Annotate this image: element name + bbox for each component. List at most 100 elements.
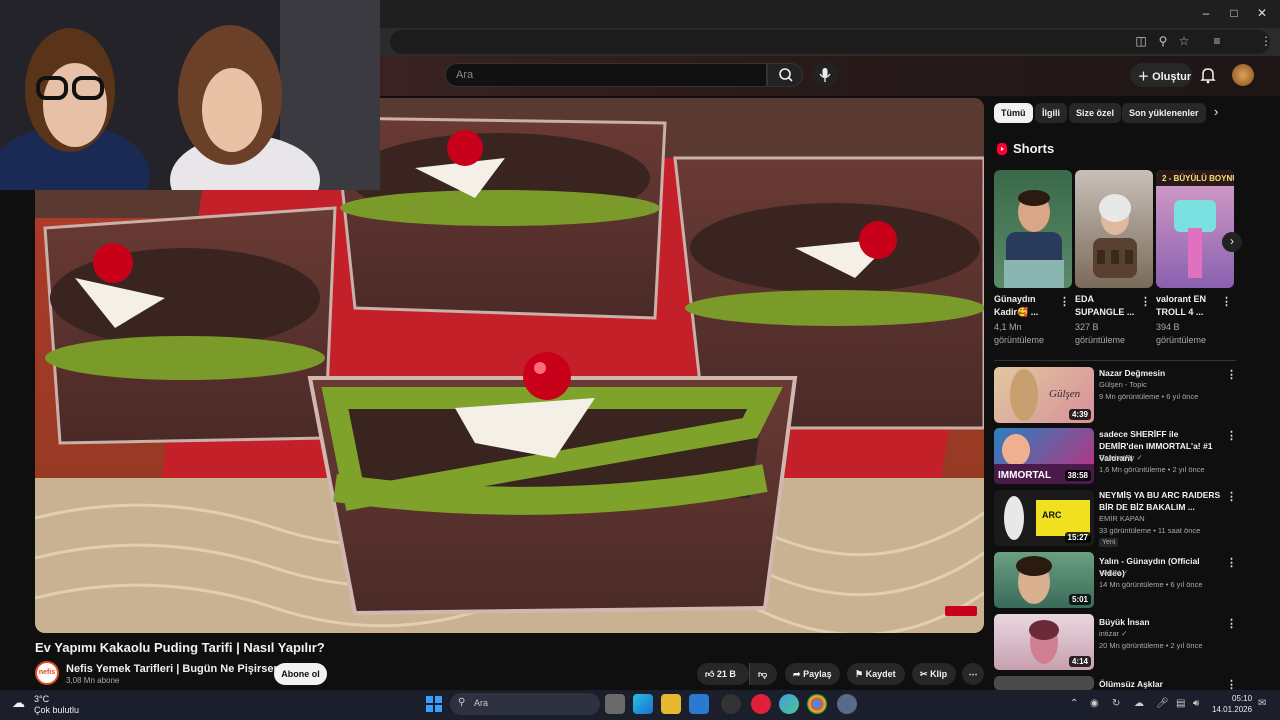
video-thumbnail[interactable]: ARC 15:27 [994, 490, 1094, 546]
shorts-section-title: Shorts [1013, 141, 1055, 156]
github-icon[interactable] [721, 694, 741, 714]
video-thumbnail[interactable] [994, 676, 1094, 690]
video-thumbnail[interactable]: 4:14 [994, 614, 1094, 670]
scissors-icon: ✂ [920, 669, 928, 679]
video-title[interactable]: NEYMİŞ YA BU ARC RAIDERS BİR DE BİZ BAKA… [1099, 489, 1221, 513]
dislike-button[interactable]: 👎︎ [749, 663, 777, 685]
weather-description[interactable]: Çok bulutlu [34, 705, 79, 715]
channel-name[interactable]: intizar ✓ [1099, 629, 1127, 638]
tray-chevron-icon[interactable]: ⌃ [1070, 698, 1078, 709]
subscribe-button[interactable]: Abone ol [274, 663, 327, 685]
browser-app-icon[interactable] [779, 694, 799, 714]
chip-all[interactable]: Tümü [994, 103, 1033, 123]
short-overlay-text: 2 - BÜYÜLÜ BOYNUZ [1162, 174, 1234, 183]
like-count: 21 B [716, 669, 736, 679]
store-icon[interactable] [689, 694, 709, 714]
tray-sync-icon[interactable]: ↻ [1112, 698, 1120, 709]
short-title[interactable]: Günaydın Kadir🥰 ... [994, 293, 1056, 319]
pinterest-icon[interactable] [751, 694, 771, 714]
browser-menu-icon[interactable]: ⋮ [1258, 34, 1274, 48]
more-icon[interactable]: ⋮ [1059, 295, 1070, 308]
chip-for-you[interactable]: Size özel [1069, 103, 1122, 123]
video-title[interactable]: Ölümsüz Aşklar [1099, 678, 1221, 690]
video-title[interactable]: Nazar Değmesin [1099, 367, 1221, 379]
weather-temperature[interactable]: 3°C [34, 694, 49, 704]
notification-icon[interactable]: ✉ [1258, 698, 1266, 709]
search-icon: ⚲ [458, 697, 466, 708]
task-view-icon[interactable] [605, 694, 625, 714]
short-title[interactable]: valorant EN TROLL 4 ... [1156, 293, 1218, 319]
short-views: 4,1 Mn görüntüleme [994, 322, 1045, 345]
channel-name[interactable]: Gülşen - Topic [1099, 380, 1147, 389]
chevron-right-icon[interactable]: › [1214, 104, 1218, 119]
channel-avatar[interactable]: nefis [35, 661, 59, 685]
channel-name[interactable]: YALIN ✓ [1099, 568, 1129, 577]
video-thumbnail[interactable]: 5:01 [994, 552, 1094, 608]
zoom-icon[interactable]: ⚲ [1155, 34, 1171, 48]
user-avatar[interactable] [1232, 64, 1254, 86]
bookmark-star-icon[interactable]: ☆ [1176, 34, 1192, 48]
short-views: 327 B görüntüleme [1075, 322, 1126, 345]
short-thumbnail[interactable] [1075, 170, 1153, 288]
shorts-next-button[interactable]: › [1222, 232, 1242, 252]
more-icon[interactable]: ⋮ [1226, 429, 1237, 442]
more-icon[interactable]: ⋮ [1221, 295, 1232, 308]
share-button[interactable]: ➦ Paylaş [785, 663, 840, 685]
save-label: Kaydet [865, 669, 896, 679]
more-icon[interactable]: ⋮ [1226, 556, 1237, 569]
search-input[interactable]: Ara [445, 63, 767, 87]
more-icon[interactable]: ⋮ [1140, 295, 1151, 308]
more-icon[interactable]: ⋮ [1226, 368, 1237, 381]
chrome-icon[interactable] [807, 694, 827, 714]
plus-icon: ＋ [1138, 71, 1149, 83]
volume-icon[interactable]: 🔊︎ [1193, 698, 1199, 709]
more-icon[interactable]: ⋮ [1226, 490, 1237, 503]
clock-time[interactable]: 05:10 [1232, 694, 1252, 703]
cast-icon[interactable]: ◫ [1133, 34, 1149, 48]
search-button[interactable] [767, 63, 803, 87]
short-image [1093, 194, 1137, 278]
watermark-logo [945, 606, 977, 616]
tray-mic-icon[interactable]: 🎤︎ [1156, 698, 1169, 709]
clip-button[interactable]: ✂ Klip [912, 663, 956, 685]
share-label: Paylaş [803, 669, 832, 679]
windows-start-icon[interactable] [426, 696, 442, 712]
channel-name[interactable]: CombatRy ✓ [1099, 453, 1143, 462]
settings-icon[interactable] [837, 694, 857, 714]
file-explorer-icon[interactable] [661, 694, 681, 714]
channel-name[interactable]: Nefis Yemek Tarifleri | Bugün Ne Pişirse… [66, 663, 301, 675]
tray-app-icon[interactable]: ◉ [1090, 698, 1099, 709]
clock-date[interactable]: 14.01.2026 [1212, 705, 1252, 714]
channel-name[interactable]: EMİR KAPAN [1099, 514, 1145, 523]
video-duration: 15:27 [1064, 532, 1091, 543]
close-icon[interactable]: ✕ [1252, 6, 1272, 20]
network-icon[interactable]: ▤ [1176, 698, 1185, 709]
short-thumbnail[interactable] [994, 170, 1072, 288]
video-meta: 20 Mn görüntüleme • 2 yıl önce [1099, 641, 1203, 650]
more-actions-button[interactable]: ⋯ [962, 663, 984, 685]
taskbar-search[interactable]: ⚲ Ara [450, 693, 600, 715]
video-title[interactable]: Büyük İnsan [1099, 616, 1221, 628]
edge-icon[interactable] [633, 694, 653, 714]
weather-icon[interactable]: ☁ [12, 695, 25, 711]
pudding-bowl [307, 352, 798, 616]
short-thumbnail[interactable]: 2 - BÜYÜLÜ BOYNUZ [1156, 170, 1234, 288]
webcam-overlay [0, 0, 380, 190]
chip-related[interactable]: İlgili [1035, 103, 1067, 123]
maximize-icon[interactable]: □ [1224, 6, 1244, 20]
create-button[interactable]: ＋ Oluştur [1130, 63, 1192, 87]
video-thumbnail[interactable]: IMMORTAL 38:58 [994, 428, 1094, 484]
short-title[interactable]: EDA SUPANGLE ... [1075, 293, 1137, 319]
more-icon[interactable]: ⋮ [1226, 617, 1237, 630]
chip-recent[interactable]: Son yüklenenler [1122, 103, 1206, 123]
minimize-icon[interactable]: – [1196, 6, 1216, 20]
like-button[interactable]: 👍︎ 21 B [697, 663, 749, 685]
section-divider [994, 360, 1236, 361]
voice-search-button[interactable] [812, 62, 838, 88]
tray-onedrive-icon[interactable]: ☁ [1134, 698, 1144, 709]
video-thumbnail[interactable]: Gülşen 4:39 [994, 367, 1094, 423]
save-button[interactable]: ⚑ Kaydet [847, 663, 905, 685]
short-image: 2 - BÜYÜLÜ BOYNUZ [1156, 170, 1234, 278]
bell-icon[interactable] [1198, 65, 1218, 85]
tab-search-icon[interactable]: ≡ [1209, 34, 1225, 48]
